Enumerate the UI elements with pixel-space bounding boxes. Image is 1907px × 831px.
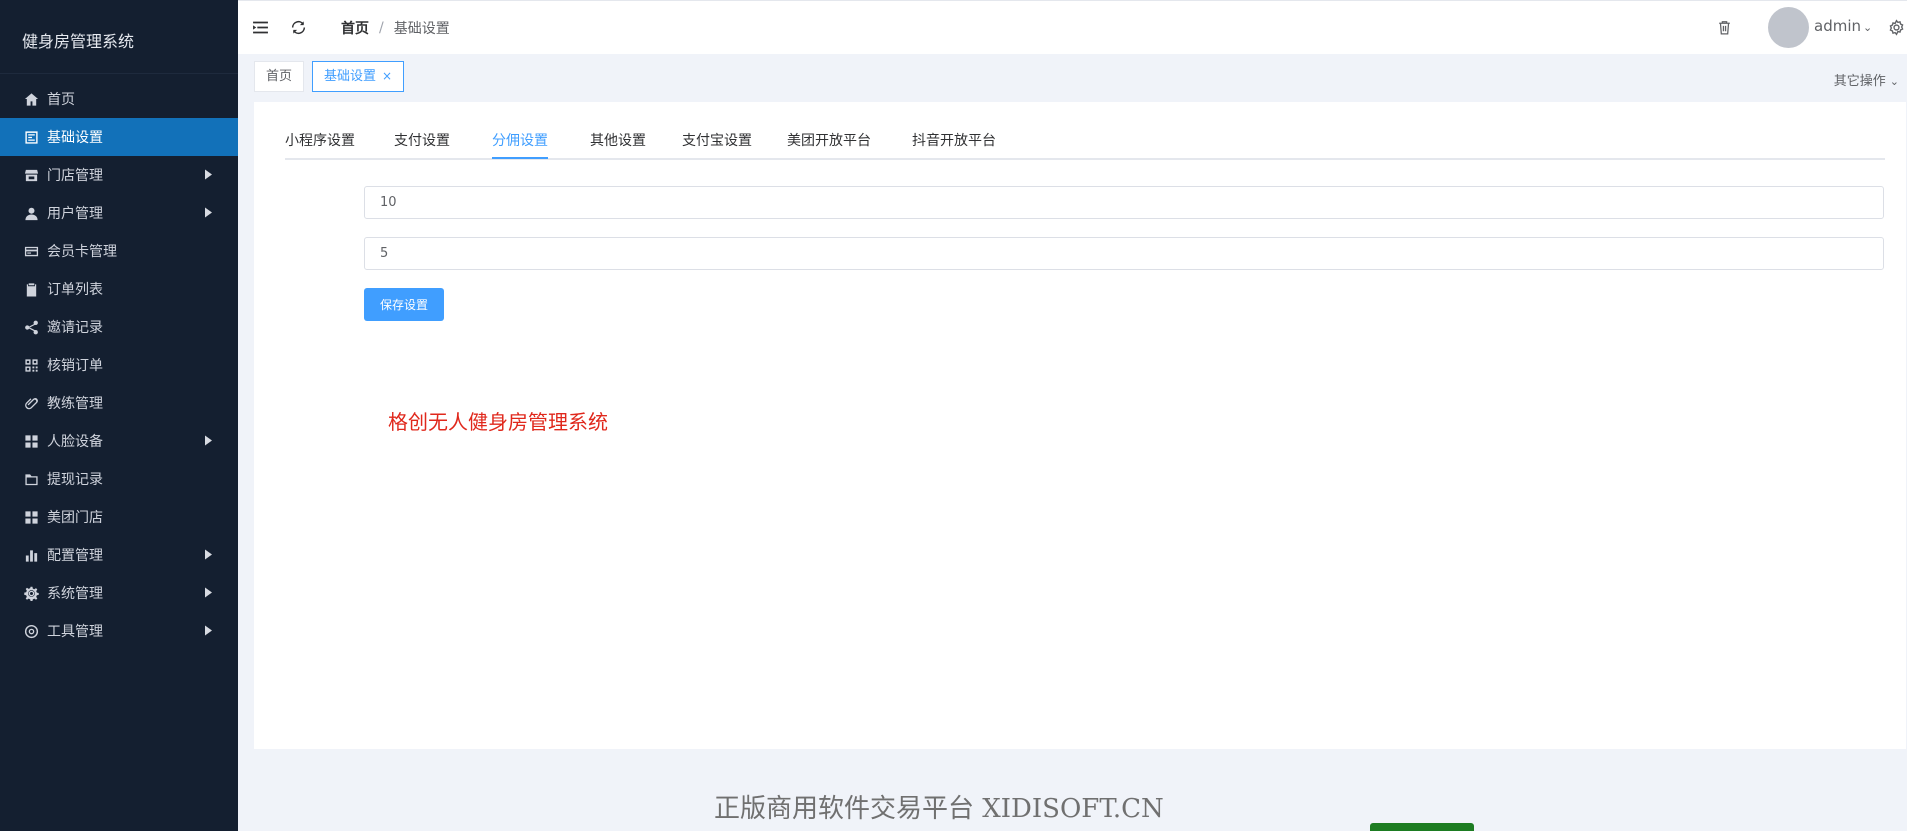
caret-right-icon	[205, 169, 212, 180]
sidebar-item-label: 门店管理	[47, 168, 103, 184]
form-row-level2: 二级	[254, 237, 1906, 271]
sidebar-item[interactable]: 门店管理	[0, 156, 238, 194]
bar-chart-icon	[22, 546, 40, 564]
top-header: 首页 / 基础设置 admin ⌄	[238, 0, 1907, 54]
tag-label: 基础设置	[324, 69, 377, 84]
refresh-icon[interactable]	[288, 17, 308, 37]
trash-icon[interactable]	[1714, 17, 1734, 37]
tags-view: 首页 基础设置 × 其它操作 ⌄	[238, 54, 1907, 100]
chevron-down-icon: ⌄	[1863, 21, 1873, 34]
avatar[interactable]	[1768, 7, 1809, 48]
caret-right-icon	[205, 625, 212, 636]
sidebar-item-label: 工具管理	[47, 624, 103, 640]
settings-card: 小程序设置 支付设置 分佣设置 其他设置 支付宝设置 美团开放平台 抖音开放平台 一级 二级…	[254, 102, 1906, 749]
tool-circle-icon	[22, 622, 40, 640]
sidebar-item[interactable]: 订单列表	[0, 270, 238, 308]
level1-input[interactable]	[364, 186, 1884, 219]
settings-tabs: 小程序设置 支付设置 分佣设置 其他设置 支付宝设置 美团开放平台 抖音开放平台	[285, 102, 1885, 160]
sidebar-item[interactable]: 会员卡管理	[0, 232, 238, 270]
level2-input[interactable]	[364, 237, 1884, 270]
sidebar-item-label: 系统管理	[47, 586, 103, 602]
tag-basic-settings[interactable]: 基础设置 ×	[312, 61, 405, 92]
sidebar-item[interactable]: 核销订单	[0, 346, 238, 384]
user-icon	[22, 204, 40, 222]
caret-right-icon	[205, 549, 212, 560]
tag-home[interactable]: 首页	[254, 61, 305, 92]
settings-tab[interactable]: 支付设置	[394, 130, 450, 150]
sidebar: 健身房管理系统 首页基础设置门店管理用户管理会员卡管理订单列表邀请记录核销订单教…	[0, 0, 238, 831]
clipboard-icon	[22, 280, 40, 298]
active-tab-indicator	[492, 157, 548, 159]
sidebar-item-label: 基础设置	[47, 130, 103, 146]
caret-right-icon	[205, 435, 212, 446]
sidebar-item-label: 美团门店	[47, 510, 103, 526]
sidebar-item-label: 首页	[47, 92, 75, 108]
sidebar-item-label: 邀请记录	[47, 320, 103, 336]
tag-label: 首页	[266, 69, 293, 84]
grid-icon	[22, 508, 40, 526]
sidebar-item[interactable]: 美团门店	[0, 498, 238, 536]
home-icon	[22, 90, 40, 108]
sidebar-item[interactable]: 配置管理	[0, 536, 238, 574]
sidebar-item-label: 订单列表	[47, 282, 103, 298]
floating-badge	[1370, 823, 1474, 831]
sidebar-item-label: 核销订单	[47, 358, 103, 374]
settings-tab[interactable]: 分佣设置	[492, 130, 548, 150]
breadcrumb-current: 基础设置	[393, 21, 450, 37]
menu-fold-icon[interactable]	[250, 17, 270, 37]
folder-icon	[22, 470, 40, 488]
sidebar-item[interactable]: 基础设置	[0, 118, 238, 156]
sidebar-item-label: 配置管理	[47, 548, 103, 564]
sidebar-item-label: 会员卡管理	[47, 244, 117, 260]
app-title: 健身房管理系统	[0, 0, 238, 74]
save-button[interactable]: 保存设置	[364, 288, 444, 321]
sidebar-item-label: 提现记录	[47, 472, 103, 488]
qrcode-icon	[22, 356, 40, 374]
footer-watermark: 正版商用软件交易平台 XIDISOFT.CN	[714, 794, 1164, 824]
sidebar-item[interactable]: 首页	[0, 80, 238, 118]
grid-icon	[22, 432, 40, 450]
gear-icon	[22, 584, 40, 602]
close-icon[interactable]: ×	[382, 69, 392, 83]
sidebar-item[interactable]: 提现记录	[0, 460, 238, 498]
settings-tab[interactable]: 抖音开放平台	[912, 130, 996, 150]
watermark-text: 格创无人健身房管理系统	[388, 410, 608, 434]
settings-tab[interactable]: 支付宝设置	[682, 130, 752, 150]
caret-right-icon	[205, 207, 212, 218]
sidebar-item-label: 人脸设备	[47, 434, 103, 450]
breadcrumb: 首页 / 基础设置	[341, 18, 450, 38]
sidebar-item-label: 教练管理	[47, 396, 103, 412]
sidebar-item[interactable]: 人脸设备	[0, 422, 238, 460]
other-operations-label: 其它操作	[1833, 74, 1886, 89]
breadcrumb-home[interactable]: 首页	[341, 18, 369, 38]
settings-panel-icon	[22, 128, 40, 146]
paperclip-icon	[22, 394, 40, 412]
sidebar-menu: 首页基础设置门店管理用户管理会员卡管理订单列表邀请记录核销订单教练管理人脸设备提…	[0, 80, 238, 650]
user-name: admin	[1814, 17, 1861, 35]
settings-tab[interactable]: 美团开放平台	[787, 130, 871, 150]
sidebar-item[interactable]: 用户管理	[0, 194, 238, 232]
form-row-level1: 一级	[254, 186, 1906, 220]
other-operations-dropdown[interactable]: 其它操作 ⌄	[1834, 70, 1899, 89]
chevron-down-icon: ⌄	[1889, 75, 1899, 88]
breadcrumb-separator: /	[379, 20, 384, 36]
settings-tab[interactable]: 小程序设置	[285, 130, 355, 150]
share-icon	[22, 318, 40, 336]
gear-icon[interactable]	[1886, 17, 1906, 37]
user-menu[interactable]: admin ⌄	[1814, 17, 1872, 35]
store-icon	[22, 166, 40, 184]
sidebar-item[interactable]: 邀请记录	[0, 308, 238, 346]
settings-tab[interactable]: 其他设置	[590, 130, 646, 150]
sidebar-item-label: 用户管理	[47, 206, 103, 222]
caret-right-icon	[205, 587, 212, 598]
sidebar-item[interactable]: 教练管理	[0, 384, 238, 422]
sidebar-item[interactable]: 工具管理	[0, 612, 238, 650]
sidebar-item[interactable]: 系统管理	[0, 574, 238, 612]
card-icon	[22, 242, 40, 260]
